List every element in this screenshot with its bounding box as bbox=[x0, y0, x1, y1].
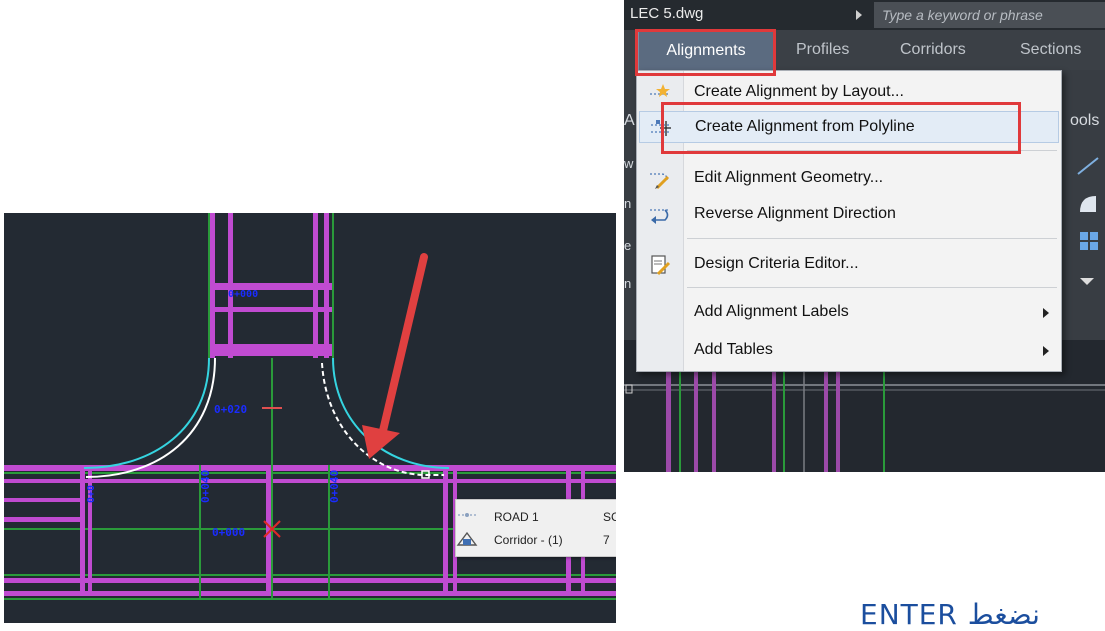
ribbon-fragment: n bbox=[624, 196, 632, 211]
curve bbox=[85, 357, 216, 478]
drawing-canvas: 0+020 0+040 0+040 0+000 0+000 0+0 bbox=[4, 213, 616, 600]
road-edge bbox=[443, 465, 448, 596]
title-bar: LEC 5.dwg bbox=[624, 0, 1105, 30]
menu-corridors[interactable]: Corridors bbox=[900, 30, 966, 70]
road-edge bbox=[209, 344, 333, 356]
menu-item-add-alignment-labels[interactable]: Add Alignment Labels bbox=[637, 297, 1061, 329]
instruction-caption: ENTER نضغط bbox=[860, 598, 1040, 631]
ribbon-fragment: ools bbox=[1070, 112, 1100, 129]
curve bbox=[83, 357, 210, 469]
alignment-layout-icon bbox=[650, 84, 670, 97]
menu-item-label: Add Alignment Labels bbox=[694, 303, 849, 320]
search-input[interactable] bbox=[874, 2, 1105, 28]
tooltip-extra: SC bbox=[603, 510, 616, 524]
station-label: 0+040 bbox=[328, 470, 341, 503]
tooltip-extra: 7 bbox=[603, 533, 610, 547]
station-label: 0+000 bbox=[228, 289, 258, 300]
highlight-box bbox=[635, 29, 776, 76]
station-label: 0+000 bbox=[212, 526, 245, 539]
road-edge bbox=[80, 465, 85, 596]
search-box[interactable] bbox=[874, 2, 1105, 28]
station-label: 0+020 bbox=[214, 403, 247, 416]
corridor-icon bbox=[456, 531, 478, 546]
menu-item-label: Create Alignment by Layout... bbox=[694, 83, 904, 100]
document-title: LEC 5.dwg bbox=[630, 5, 704, 22]
ribbon-fragment: e bbox=[624, 238, 632, 253]
tooltip-name: Corridor - (1) bbox=[494, 533, 563, 547]
road-edge bbox=[4, 479, 616, 483]
design-criteria-icon bbox=[651, 255, 671, 276]
selection-tooltip: ROAD 1 SC Corridor - (1) 7 bbox=[455, 499, 616, 557]
application-window: LEC 5.dwg Alignments Profiles Corridors … bbox=[624, 0, 1105, 472]
menu-item-label: Design Criteria Editor... bbox=[694, 255, 859, 272]
menu-item-add-tables[interactable]: Add Tables bbox=[637, 335, 1061, 367]
menu-item-edit-geometry[interactable]: Edit Alignment Geometry... bbox=[637, 163, 1061, 195]
ribbon-fragment: A bbox=[624, 112, 635, 129]
road-edge bbox=[4, 498, 84, 502]
ribbon-fragment: w bbox=[624, 156, 634, 171]
menu-item-label: Add Tables bbox=[694, 341, 773, 358]
alignment-icon bbox=[458, 513, 476, 517]
submenu-arrow-icon bbox=[1043, 346, 1049, 356]
menu-item-reverse-direction[interactable]: Reverse Alignment Direction bbox=[637, 199, 1061, 231]
menu-separator bbox=[687, 287, 1057, 288]
road-edge bbox=[4, 578, 616, 583]
road-edge bbox=[4, 591, 616, 596]
station-label: 0+040 bbox=[199, 470, 212, 503]
menu-item-label: Edit Alignment Geometry... bbox=[694, 169, 884, 186]
ribbon-tools-icon[interactable] bbox=[1072, 150, 1102, 300]
station-label: 0+0 bbox=[86, 485, 97, 503]
tooltip-name: ROAD 1 bbox=[494, 510, 539, 524]
cad-viewport[interactable]: 0+020 0+040 0+040 0+000 0+000 0+0 ROAD 1… bbox=[4, 213, 616, 623]
menu-item-label: Reverse Alignment Direction bbox=[694, 205, 896, 222]
road-edge bbox=[209, 307, 333, 312]
menu-sections[interactable]: Sections bbox=[1020, 30, 1081, 70]
annotation-arrow-icon bbox=[378, 253, 428, 439]
reverse-direction-icon bbox=[650, 209, 670, 224]
submenu-arrow-icon bbox=[1043, 308, 1049, 318]
edit-geometry-icon bbox=[650, 173, 670, 190]
ribbon-fragment: n bbox=[624, 276, 632, 291]
road-edge bbox=[4, 517, 84, 522]
road-edge bbox=[88, 465, 92, 596]
highlight-box bbox=[661, 102, 1021, 154]
menu-item-design-criteria[interactable]: Design Criteria Editor... bbox=[637, 249, 1061, 281]
expand-arrow-icon[interactable] bbox=[856, 10, 862, 20]
menu-profiles[interactable]: Profiles bbox=[796, 30, 849, 70]
menu-separator bbox=[687, 238, 1057, 239]
